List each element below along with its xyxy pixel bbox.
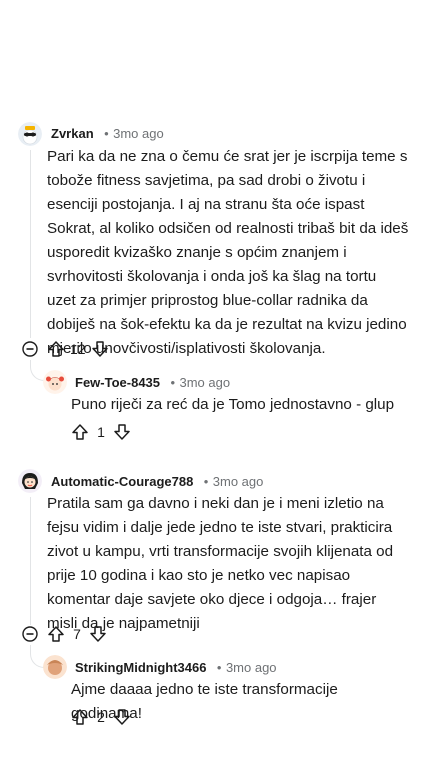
comment-author[interactable]: StrikingMidnight3466	[75, 660, 206, 675]
comment-author[interactable]: Zvrkan	[51, 126, 94, 141]
comment-body: Pari ka da ne zna o čemu će srat jer je …	[47, 148, 409, 357]
vote-bar: 12	[46, 339, 110, 359]
collapse-thread-button[interactable]	[22, 341, 38, 362]
collapse-thread-button[interactable]	[22, 626, 38, 647]
downvote-button[interactable]	[112, 422, 132, 442]
vote-score: 1	[97, 424, 105, 440]
arrow-up-icon	[72, 709, 88, 725]
upvote-button[interactable]	[70, 707, 90, 727]
arrow-up-icon	[48, 341, 64, 357]
downvote-button[interactable]	[88, 624, 108, 644]
comment-timestamp: 3mo ago	[179, 375, 231, 390]
meta-separator: •	[203, 474, 209, 489]
arrow-down-icon	[114, 424, 130, 440]
meta-separator: •	[104, 126, 109, 141]
avatar[interactable]	[43, 370, 67, 394]
vote-score: 12	[70, 341, 86, 357]
arrow-down-icon	[90, 626, 106, 642]
comment-author[interactable]: Automatic-Courage788	[51, 474, 193, 489]
avatar[interactable]	[43, 655, 67, 679]
thread-line	[30, 497, 31, 625]
vote-bar: 2	[70, 707, 132, 727]
meta-separator: •	[216, 660, 222, 675]
comment-author[interactable]: Few-Toe-8435	[75, 375, 160, 390]
comment-timestamp: 3mo ago	[113, 126, 164, 141]
arrow-down-icon	[114, 709, 130, 725]
comment-body: Pratila sam ga davno i neki dan je i men…	[47, 495, 394, 632]
minus-circle-icon	[22, 626, 38, 642]
arrow-down-icon	[91, 341, 108, 357]
arrow-up-icon	[72, 424, 88, 440]
upvote-button[interactable]	[70, 422, 90, 442]
vote-bar: 7	[46, 624, 108, 644]
downvote-button[interactable]	[90, 339, 110, 359]
vote-score: 7	[73, 626, 81, 642]
meta-separator: •	[170, 375, 176, 390]
arrow-up-icon	[48, 626, 64, 642]
avatar[interactable]	[18, 122, 42, 146]
upvote-button[interactable]	[46, 624, 66, 644]
avatar[interactable]	[18, 469, 42, 493]
comment-body: Puno riječi za reć da je Tomo jednostavn…	[71, 396, 395, 413]
minus-circle-icon	[22, 341, 38, 357]
thread-line	[30, 150, 31, 338]
upvote-button[interactable]	[46, 339, 66, 359]
downvote-button[interactable]	[112, 707, 132, 727]
vote-score: 2	[97, 709, 105, 725]
comment-timestamp: 3mo ago	[225, 660, 277, 675]
vote-bar: 1	[70, 422, 132, 442]
comment-timestamp: 3mo ago	[212, 474, 264, 489]
